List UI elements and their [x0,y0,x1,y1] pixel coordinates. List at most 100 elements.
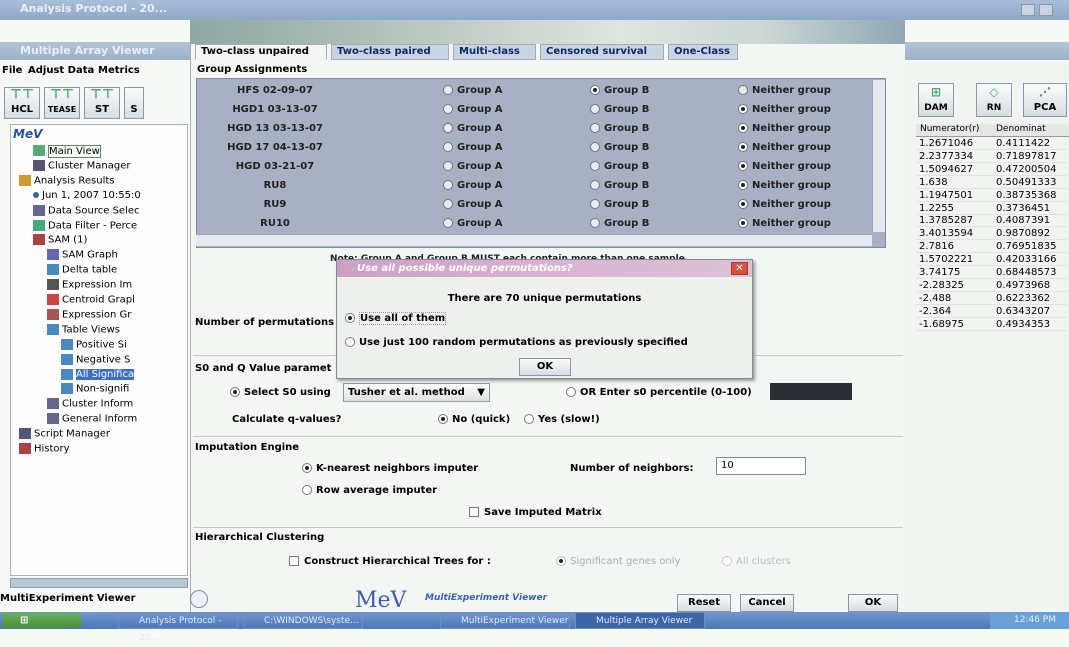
ok-button[interactable]: OK [848,594,898,612]
reset-button[interactable]: Reset [677,594,731,612]
tree-item-data-filter-perce[interactable]: Data Filter - Perce [33,219,137,231]
tree-item-expression-gr[interactable]: Expression Gr [47,308,131,320]
table-row[interactable]: 1.1947501 0.38735368 [916,190,1069,202]
tree-item-negative-s[interactable]: Negative S [61,353,130,365]
tree-item-non-signifi[interactable]: Non-signifi [61,383,129,395]
s0-percentile-radio[interactable]: OR Enter s0 percentile (0-100) [566,387,752,398]
group-a-radio[interactable]: Group A [443,180,503,191]
tree-item-cluster-inform[interactable]: Cluster Inform [47,398,133,410]
group-b-radio[interactable]: Group B [590,85,649,96]
group-b-radio[interactable]: Group B [590,104,649,115]
q-yes-radio[interactable]: Yes (slow!) [524,414,600,425]
tree-item-history[interactable]: History [19,443,70,455]
table-row[interactable]: -1.68975 0.4934353 [916,319,1069,331]
group-b-radio[interactable]: Group B [590,218,649,229]
tree-item-analysis-results[interactable]: Analysis Results [19,174,115,186]
group-n-radio[interactable]: Neither group [738,142,831,153]
table-row[interactable]: 3.4013594 0.9870892 [916,228,1069,241]
menu-file[interactable]: File [2,65,22,76]
menu-metrics[interactable]: Metrics [98,65,140,76]
group-n-radio[interactable]: Neither group [738,104,831,115]
table-row[interactable]: 1.5094627 0.47200504 [916,164,1069,176]
group-scrollbar[interactable] [872,80,885,232]
knn-radio[interactable]: K-nearest neighbors imputer [302,463,478,474]
tease-button[interactable]: ⊤⊤ TEASE [44,87,80,119]
group-b-radio[interactable]: Group B [590,123,649,134]
tree-item-delta-table[interactable]: Delta table [47,264,117,276]
group-a-radio[interactable]: Group A [443,123,503,134]
group-a-radio[interactable]: Group A [443,104,503,115]
s0-select-radio[interactable]: Select S0 using [230,387,331,398]
dialog-title-bar[interactable]: Use all possible unique permutations? [337,260,752,277]
group-a-radio[interactable]: Group A [443,161,503,172]
tree-item-cluster-manager[interactable]: Cluster Manager [33,159,131,171]
group-n-radio[interactable]: Neither group [738,180,831,191]
significant-genes-radio[interactable]: Significant genes only [556,556,680,567]
table-row[interactable]: 1.2671046 0.4111422 [916,138,1069,150]
pca-button[interactable]: ⋰ PCA [1023,83,1067,117]
table-row[interactable]: 1.638 0.50491333 [916,177,1069,189]
group-a-radio[interactable]: Group A [443,199,503,210]
group-n-radio[interactable]: Neither group [738,218,831,229]
group-a-radio[interactable]: Group A [443,85,503,96]
tree-item-positive-si[interactable]: Positive Si [61,338,127,350]
tree-item-expression-im[interactable]: Expression Im [47,279,132,291]
dialog-ok-button[interactable]: OK [519,358,571,376]
s0-percentile-input[interactable] [770,383,852,400]
dam-button[interactable]: ⊞ DAM [918,83,954,117]
all-clusters-radio[interactable]: All clusters [722,556,791,567]
table-row[interactable]: 2.2377334 0.71897817 [916,151,1069,163]
tree-scrollbar[interactable] [10,578,188,588]
maximize-icon[interactable] [1039,4,1053,16]
tree-item-data-source-selec[interactable]: Data Source Selec [33,204,140,216]
tab-censored-survival[interactable]: Censored survival [540,44,664,60]
outer-title-bar[interactable]: Analysis Protocol - 20... [0,0,1069,20]
tree-item-all-significa[interactable]: All Significa [61,368,135,380]
table-row[interactable]: 2.7816 0.76951835 [916,241,1069,254]
table-row[interactable]: 3.74175 0.68448573 [916,267,1069,279]
table-row[interactable]: -2.28325 0.4973968 [916,280,1069,292]
tree-item-main-view[interactable]: Main View [33,144,101,158]
taskbar-item-multiexperiment-viewer[interactable]: MultiExperiment Viewer [440,612,570,629]
taskbar-item-windows[interactable]: C:\WINDOWS\syste... [243,612,363,629]
tree-item-general-inform[interactable]: General Inform [47,413,137,425]
mav-title-bar[interactable]: Multiple Array Viewer [0,42,190,60]
table-row[interactable]: 1.2255 0.3736451 [916,203,1069,215]
hcl-button[interactable]: ⊤⊤ HCL [4,87,40,119]
st-button[interactable]: ⊤⊤ ST [84,87,120,119]
row-average-radio[interactable]: Row average imputer [302,485,437,496]
rn-button[interactable]: ◇ RN [976,83,1012,117]
tree-item-sam-1[interactable]: SAM (1) [33,234,87,246]
table-row[interactable]: -2.364 0.6343207 [916,306,1069,318]
s-button[interactable]: S [124,87,144,119]
group-b-radio[interactable]: Group B [590,199,649,210]
group-hscrollbar[interactable] [196,234,872,246]
group-b-radio[interactable]: Group B [590,142,649,153]
table-row[interactable]: 1.5702221 0.42033166 [916,254,1069,267]
use-random-radio[interactable]: Use just 100 random permutations as prev… [345,337,688,348]
tab-two-class-unpaired[interactable]: Two-class unpaired [195,44,327,60]
numerator-header[interactable]: Numerator(r) [920,124,979,134]
group-b-radio[interactable]: Group B [590,161,649,172]
start-button[interactable]: ⊞ [2,613,82,628]
tree-item-jun-1-2007-10-55-0[interactable]: Jun 1, 2007 10:55:0 [33,190,141,201]
construct-trees-checkbox[interactable]: Construct Hierarchical Trees for : [289,556,491,567]
tree-item-script-manager[interactable]: Script Manager [19,428,110,440]
help-icon[interactable] [190,590,208,608]
group-n-radio[interactable]: Neither group [738,123,831,134]
group-n-radio[interactable]: Neither group [738,199,831,210]
group-n-radio[interactable]: Neither group [738,85,831,96]
table-row[interactable]: 1.3785287 0.4087391 [916,215,1069,228]
tree-item-centroid-grapl[interactable]: Centroid Grapl [47,294,135,306]
taskbar-item-multiple-array-viewer[interactable]: Multiple Array Viewer [575,612,705,629]
q-no-radio[interactable]: No (quick) [438,414,510,425]
save-imputed-checkbox[interactable]: Save Imputed Matrix [469,507,602,518]
tree-item-sam-graph[interactable]: SAM Graph [47,249,118,261]
neighbors-input[interactable]: 10 [716,457,806,475]
tab-one-class[interactable]: One-Class [668,44,738,60]
taskbar-item-analysis-protocol[interactable]: Analysis Protocol - 20... [118,612,238,643]
tab-two-class-paired[interactable]: Two-class paired [331,44,449,60]
dialog-close-icon[interactable]: ✕ [731,262,748,275]
denominator-header[interactable]: Denominat [996,124,1046,134]
menu-adjust-data[interactable]: Adjust Data [28,65,94,76]
